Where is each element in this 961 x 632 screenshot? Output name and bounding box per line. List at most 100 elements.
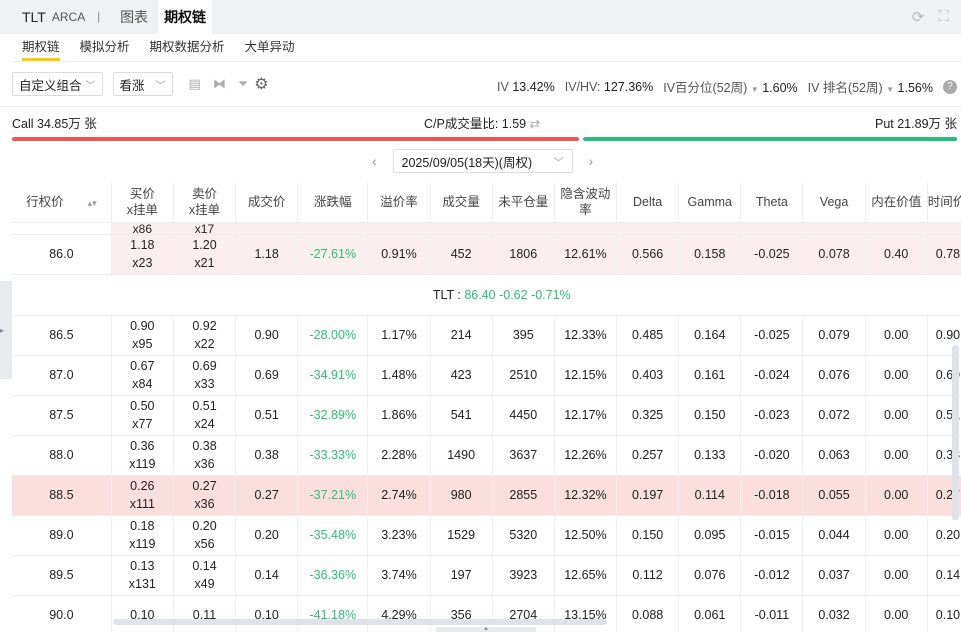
sort-icon[interactable]: ▴▾ (88, 198, 97, 208)
underlying-last: 86.40 (464, 287, 496, 302)
ask-size: x56 (194, 537, 215, 551)
divider: | (97, 11, 101, 23)
oi-cell: 2510 (492, 355, 555, 396)
strike-cell: 89.0 (12, 515, 112, 556)
oi-cell: 4450 (492, 395, 555, 436)
ask-size: x36 (194, 497, 215, 511)
expand-icon[interactable]: ⛶ (938, 8, 949, 26)
column-header[interactable]: 成交量 (430, 183, 493, 223)
gamma-cell: 0.061 (678, 595, 742, 632)
theta-cell: -0.011 (740, 595, 804, 632)
bid-cell: 0.36 x119 (111, 435, 174, 476)
column-header[interactable]: Gamma (678, 183, 742, 223)
help-icon[interactable]: ? (943, 79, 957, 94)
layout-icon[interactable]: ▤ (189, 76, 201, 92)
subnav-option-data[interactable]: 期权数据分析 (140, 34, 235, 61)
table-row[interactable]: 86.0 1.18 x23 1.20 x21 1.18 -27.61% 0.91% 452 180… (12, 234, 961, 275)
intrinsic-cell: 0.40 (865, 234, 928, 275)
column-header[interactable]: 买价 x挂单 (111, 183, 174, 223)
horizontal-scrollbar[interactable] (113, 619, 607, 625)
column-header[interactable]: Theta (740, 183, 804, 223)
iv-value: 13.42% (512, 79, 555, 94)
underlying-price: TLT : 86.40 -0.62 -0.71% (12, 274, 961, 316)
table-row[interactable]: 88.0 0.36 x119 0.38 x36 0.38 -33.33% 2.28% 1490 3… (12, 435, 961, 476)
swap-icon[interactable]: ⇄ (530, 117, 540, 131)
vertical-scrollbar[interactable] (952, 345, 959, 520)
side-panel-toggle[interactable]: ▸ (0, 281, 12, 379)
bottom-panel-handle[interactable]: ▲ (436, 626, 536, 632)
table-row[interactable]: 88.5 0.26 x111 0.27 x36 0.27 -37.21% 2.74% 980 28… (12, 475, 961, 516)
chevron-left-icon[interactable]: ‹ (366, 153, 383, 169)
subnav-simulation[interactable]: 模拟分析 (70, 34, 140, 61)
ask-price: 0.51 (192, 399, 217, 413)
column-header[interactable]: 卖价 x挂单 (173, 183, 237, 223)
vol-cell: 541 (430, 395, 493, 436)
prem-cell: 1.48% (367, 355, 431, 396)
prem-cell: 4.29% (367, 595, 431, 632)
subnav-unusual[interactable]: 大单异动 (235, 34, 305, 61)
theta-cell: -0.020 (740, 435, 804, 476)
direction-select[interactable]: 看涨 ﹀ (112, 72, 173, 96)
intrinsic-cell: 0.00 (865, 435, 928, 476)
bid-size: x119 (129, 537, 156, 551)
subnav-option-chain[interactable]: 期权链 (12, 34, 70, 61)
chg-cell: -33.33% (297, 435, 369, 476)
underlying-label: TLT : (432, 287, 461, 302)
time-cell: 0.78 (927, 234, 961, 275)
top-bar: TLT ARCA | 图表 期权链 ⟳ ⛶ (0, 0, 961, 34)
gear-icon[interactable]: ⚙ (254, 74, 268, 94)
table-row[interactable]: 87.0 0.67 x84 0.69 x33 0.69 -34.91% 1.48% 423 251… (12, 355, 961, 396)
bid-cell: 0.50 x77 (111, 395, 174, 436)
column-header[interactable]: 涨跌幅 (297, 183, 369, 223)
header-label: 涨跌幅 (314, 195, 352, 210)
column-header[interactable]: 时间价值 (927, 183, 961, 223)
chg-cell: -28.00% (297, 315, 369, 356)
last-cell: 0.14 (235, 555, 299, 596)
last-cell: 0.38 (235, 435, 299, 476)
ivhv-value: 127.36% (603, 79, 654, 94)
header-label: Delta (633, 195, 663, 210)
tab-chart[interactable]: 图表 (114, 0, 154, 34)
column-header[interactable]: Delta (616, 183, 680, 223)
vega-cell: 0.032 (802, 595, 866, 632)
table-row[interactable]: 86.5 0.90 x95 0.92 x22 0.90 -28.00% 1.17% 214 395… (12, 315, 961, 356)
header-label: Gamma (687, 195, 732, 210)
bid-cell: 1.18 x23 (111, 234, 174, 275)
column-header[interactable]: 未平仓量 (492, 183, 555, 223)
theta-cell: -0.025 (740, 234, 804, 275)
expiry-select[interactable]: 2025/09/05(18天)(周权) ﹀ (392, 149, 573, 173)
column-header[interactable]: 行权价 ▴▾ (12, 183, 112, 223)
tab-option-chain[interactable]: 期权链 (158, 0, 213, 34)
ask-cell: 0.51 x24 (173, 395, 237, 436)
filter-icon[interactable]: ⏷ (238, 76, 248, 92)
header-label: 成交价 (247, 195, 286, 210)
table-row[interactable]: 87.5 0.50 x77 0.51 x24 0.51 -32.89% 1.86% 541 445… (12, 395, 961, 436)
vega-cell: 0.044 (802, 515, 866, 556)
strike-cell: 88.0 (12, 435, 112, 476)
caret-down-icon[interactable]: ▼ (886, 85, 894, 94)
bid-price: 0.90 (130, 319, 155, 333)
column-header[interactable]: 溢价率 (367, 183, 431, 223)
chevron-right-icon[interactable]: › (583, 153, 600, 169)
mirror-icon[interactable]: ⧓ (213, 76, 226, 92)
theta-cell: -0.024 (740, 355, 804, 396)
column-header[interactable]: 隐含波动率 (554, 183, 618, 223)
gamma-cell: 0.076 (678, 555, 742, 596)
oi-cell: 3923 (492, 555, 555, 596)
delta-cell: 0.150 (616, 515, 680, 556)
gamma-cell: 0.150 (678, 395, 742, 436)
table-row[interactable]: 89.5 0.13 x131 0.14 x49 0.14 -36.36% 3.74% 197 39… (12, 555, 961, 596)
column-header[interactable]: 成交价 (235, 183, 299, 223)
column-header[interactable]: Vega (802, 183, 866, 223)
refresh-icon[interactable]: ⟳ (912, 8, 925, 26)
chevron-down-icon: ﹀ (155, 80, 166, 92)
intrinsic-cell: 0.00 (865, 555, 928, 596)
table-row[interactable]: 89.0 0.18 x119 0.20 x56 0.20 -35.48% 3.23% 1529 5… (12, 515, 961, 556)
column-header[interactable]: 内在价值 (865, 183, 928, 223)
chg-cell: -37.21% (297, 475, 369, 516)
strike-cell: 86.5 (12, 315, 112, 356)
combo-select[interactable]: 自定义组合 ﹀ (12, 72, 103, 96)
iv-cell: 12.65% (554, 555, 618, 596)
caret-down-icon[interactable]: ▼ (751, 85, 759, 94)
gamma-cell: 0.114 (678, 475, 742, 516)
